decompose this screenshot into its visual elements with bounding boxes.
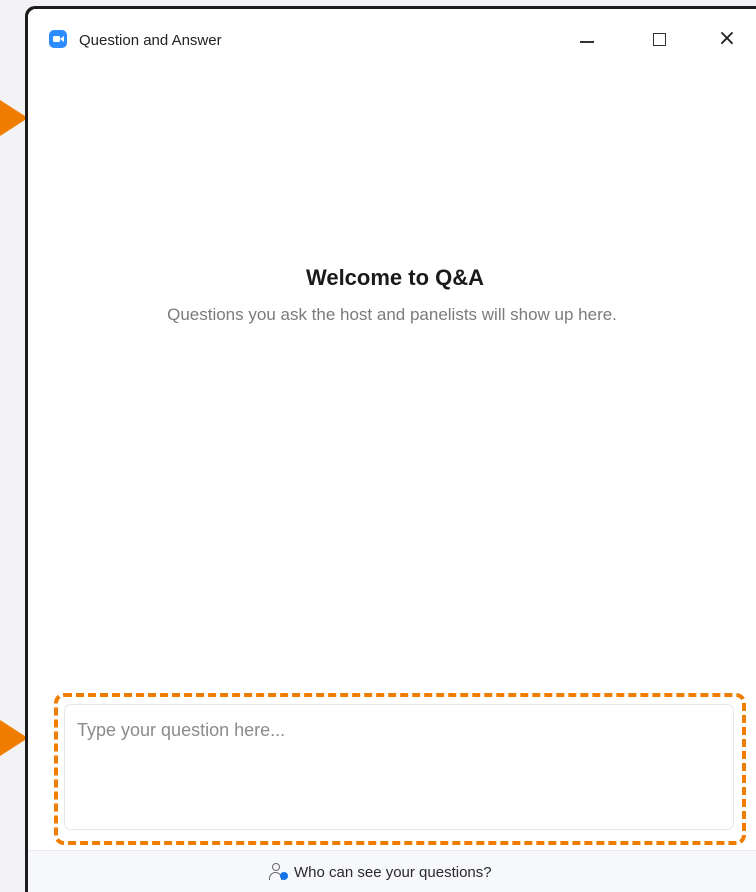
welcome-title: Welcome to Q&A — [305, 265, 485, 290]
annotation-arrow-top — [0, 100, 28, 136]
annotation-arrow-bottom — [0, 720, 28, 756]
window-title: Question and Answer — [79, 32, 222, 49]
minimize-button[interactable] — [569, 25, 605, 53]
user-visibility-icon — [268, 863, 288, 881]
visibility-link-label: Who can see your questions? — [294, 863, 492, 881]
app-video-camera-icon — [49, 30, 67, 48]
screen: Question and Answer × Welcome to Q&A Que… — [0, 0, 756, 892]
footer-bar: Who can see your questions? — [28, 850, 756, 892]
close-button[interactable]: × — [709, 25, 745, 53]
question-input[interactable] — [64, 704, 734, 830]
welcome-subtitle: Questions you ask the host and panelists… — [167, 305, 617, 324]
window-content: Question and Answer × Welcome to Q&A Que… — [28, 9, 756, 892]
close-icon: × — [717, 26, 737, 51]
question-and-answer-window: Question and Answer × Welcome to Q&A Que… — [25, 6, 756, 892]
title-bar: Question and Answer × — [28, 9, 756, 71]
empty-state: Welcome to Q&A Questions you ask the hos… — [28, 265, 756, 327]
maximize-button[interactable] — [641, 25, 677, 53]
who-can-see-questions-link[interactable]: Who can see your questions? — [268, 862, 492, 882]
